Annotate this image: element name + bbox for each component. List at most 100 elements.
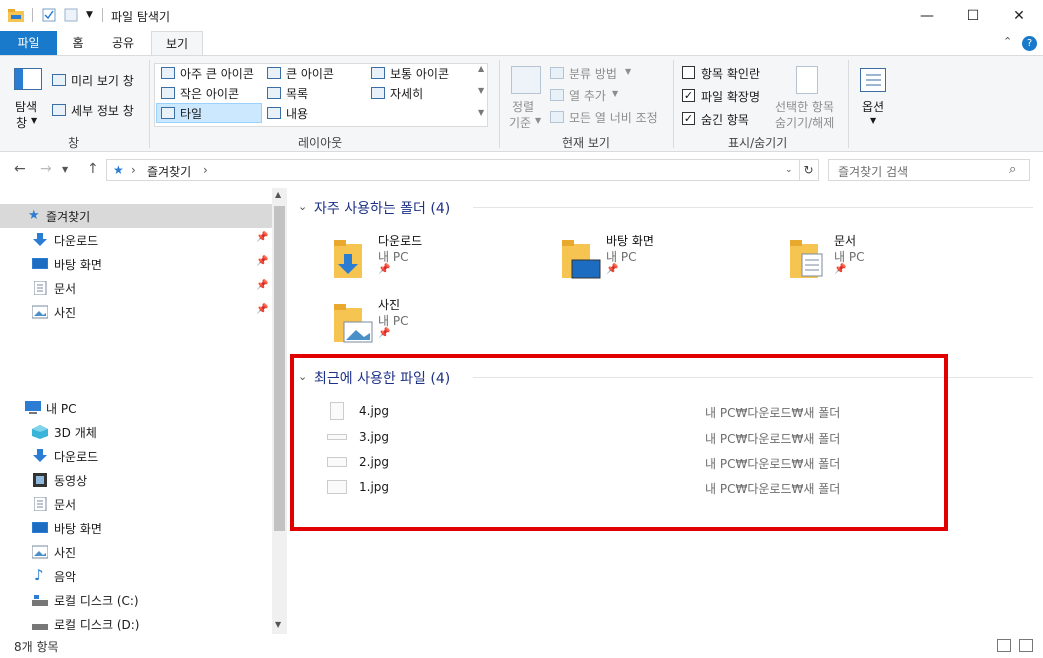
properties-icon[interactable] [42, 8, 56, 22]
item-checkboxes-label[interactable]: 항목 확인란 [701, 65, 760, 82]
layout-list[interactable]: 목록 [286, 85, 308, 102]
search-icon[interactable]: ⌕ [1009, 162, 1016, 177]
close-button[interactable]: ✕ [996, 0, 1042, 31]
nav-item-downloads[interactable]: 다운로드 📌 [0, 228, 272, 252]
tab-share[interactable]: 공유 [103, 31, 143, 55]
nav-item-pc-pictures[interactable]: 사진 [0, 540, 272, 564]
nav-item-documents[interactable]: 문서 📌 [0, 276, 272, 300]
help-icon[interactable]: ? [1022, 36, 1037, 51]
frequent-folders-header[interactable]: 자주 사용하는 폴더 (4) [314, 198, 450, 218]
layout-tiles[interactable]: 타일 [180, 105, 202, 122]
chevron-down-icon[interactable]: ⌄ [785, 165, 793, 175]
nav-item-videos[interactable]: 동영상 [0, 468, 272, 492]
pin-icon[interactable]: 📌 [256, 256, 268, 267]
ribbon-separator [149, 60, 150, 148]
sort-by-label[interactable]: 정렬 [512, 98, 534, 115]
ribbon-separator [848, 60, 849, 148]
layout-extra-large[interactable]: 아주 큰 아이콘 [180, 65, 254, 82]
nav-item-3d-objects[interactable]: 3D 개체 [0, 420, 272, 444]
nav-item-pc-desktop[interactable]: 바탕 화면 [0, 516, 272, 540]
maximize-button[interactable]: ☐ [950, 0, 996, 31]
up-arrow-icon[interactable]: ↑ [87, 161, 99, 177]
layout-details[interactable]: 자세히 [390, 85, 423, 102]
nav-scroll-thumb[interactable] [274, 206, 285, 531]
refresh-button[interactable]: ↻ [799, 159, 819, 181]
nav-item-this-pc[interactable]: 내 PC [0, 396, 272, 420]
hide-selected-icon [796, 66, 818, 94]
music-icon: ♪ [34, 566, 44, 584]
new-folder-icon[interactable] [64, 8, 78, 22]
details-view-icon[interactable] [997, 639, 1011, 652]
preview-pane-button[interactable]: 미리 보기 창 [71, 72, 134, 89]
file-extensions-label[interactable]: 파일 확장명 [701, 88, 760, 105]
nav-item-pc-downloads[interactable]: 다운로드 [0, 444, 272, 468]
options-icon[interactable] [860, 68, 886, 92]
pin-icon[interactable]: 📌 [256, 232, 268, 243]
folder-name: 사진 [378, 298, 401, 312]
nav-item-drive-c[interactable]: 로컬 디스크 (C:) [0, 588, 272, 612]
nav-item-drive-d[interactable]: 로컬 디스크 (D:) [0, 612, 272, 636]
navigation-pane: ★ 즐겨찾기 다운로드 📌 바탕 화면 📌 문서 📌 사진 📌 내 PC 3D … [0, 188, 287, 634]
back-arrow-icon[interactable]: ← [14, 161, 26, 177]
nav-item-desktop[interactable]: 바탕 화면 📌 [0, 252, 272, 276]
nav-item-music[interactable]: ♪ 음악 [0, 564, 272, 588]
tab-view[interactable]: 보기 [151, 31, 203, 56]
file-extensions-checkbox[interactable]: ✓ [682, 89, 695, 102]
minimize-button[interactable]: — [904, 0, 950, 31]
chevron-up-icon[interactable]: ⌃ [1003, 35, 1012, 48]
nav-item-pc-documents[interactable]: 문서 [0, 492, 272, 516]
hide-selected-label-2[interactable]: 숨기기/해제 [775, 114, 834, 131]
scroll-up-icon[interactable]: ▲ [275, 190, 281, 199]
nav-item-pictures[interactable]: 사진 📌 [0, 300, 272, 324]
folder-tile-documents[interactable]: 문서 내 PC 📌 [790, 230, 990, 290]
item-checkboxes-checkbox[interactable] [682, 66, 695, 79]
chevron-right-icon[interactable]: › [203, 163, 208, 177]
address-path[interactable]: 즐겨찾기 [147, 163, 191, 180]
search-input[interactable]: 즐겨찾기 검색 [838, 163, 908, 180]
chevron-right-icon[interactable]: › [131, 163, 136, 177]
preview-pane-icon[interactable] [52, 74, 66, 86]
tab-file[interactable]: 파일 [0, 31, 57, 55]
details-pane-button[interactable]: 세부 정보 창 [71, 102, 134, 119]
current-view-group-label: 현재 보기 [562, 136, 610, 150]
folder-location: 내 PC [606, 250, 637, 264]
chevron-down-icon[interactable]: ▼ [86, 10, 100, 24]
nav-scrollbar[interactable]: ▲ ▼ [272, 188, 287, 634]
chevron-down-icon[interactable]: ⌄ [298, 200, 307, 213]
address-bar[interactable]: ★ › 즐겨찾기 › ⌄ [106, 159, 800, 181]
recent-locations-icon[interactable]: ▼ [62, 165, 68, 174]
layout-content[interactable]: 내용 [286, 105, 308, 122]
details-pane-icon[interactable] [52, 104, 66, 116]
pin-icon[interactable]: 📌 [256, 280, 268, 291]
hidden-items-checkbox[interactable]: ✓ [682, 112, 695, 125]
folder-tile-pictures[interactable]: 사진 내 PC 📌 [334, 294, 534, 354]
sort-by-label-2[interactable]: 기준 [509, 114, 531, 131]
hidden-items-label[interactable]: 숨긴 항목 [701, 111, 749, 128]
layout-medium[interactable]: 보통 아이콘 [390, 65, 449, 82]
search-box[interactable]: 즐겨찾기 검색 ⌕ [828, 159, 1030, 181]
pin-icon[interactable]: 📌 [256, 304, 268, 315]
size-columns-button[interactable]: 모든 열 너비 조정 [569, 109, 658, 126]
hide-selected-label[interactable]: 선택한 항목 [775, 98, 834, 115]
group-by-button[interactable]: 분류 방법 [569, 65, 617, 82]
gallery-more-icon[interactable]: ▼ [478, 108, 484, 117]
gallery-scroll-up-icon[interactable]: ▲ [478, 64, 484, 73]
navigation-pane-icon[interactable] [14, 68, 42, 90]
layout-small[interactable]: 작은 아이콘 [180, 85, 239, 102]
forward-arrow-icon[interactable]: → [40, 161, 52, 177]
nav-item-quick-access[interactable]: ★ 즐겨찾기 [0, 204, 272, 228]
navigation-pane-label-2[interactable]: 창 [16, 114, 27, 131]
scroll-down-icon[interactable]: ▼ [275, 620, 281, 629]
large-icons-view-icon[interactable] [1019, 639, 1033, 652]
gallery-scroll-down-icon[interactable]: ▼ [478, 86, 484, 95]
tab-home[interactable]: 홈 [62, 31, 94, 55]
folder-tile-desktop[interactable]: 바탕 화면 내 PC 📌 [562, 230, 762, 290]
navigation-pane-label[interactable]: 탐색 [15, 98, 37, 115]
nav-item-label: 문서 [54, 498, 77, 512]
folder-icon[interactable] [8, 8, 24, 22]
add-columns-button[interactable]: 열 추가 [569, 87, 606, 104]
nav-item-label: 3D 개체 [54, 426, 97, 440]
layout-large[interactable]: 큰 아이콘 [286, 65, 334, 82]
options-button[interactable]: 옵션 [862, 98, 884, 115]
folder-tile-downloads[interactable]: 다운로드 내 PC 📌 [334, 230, 534, 290]
